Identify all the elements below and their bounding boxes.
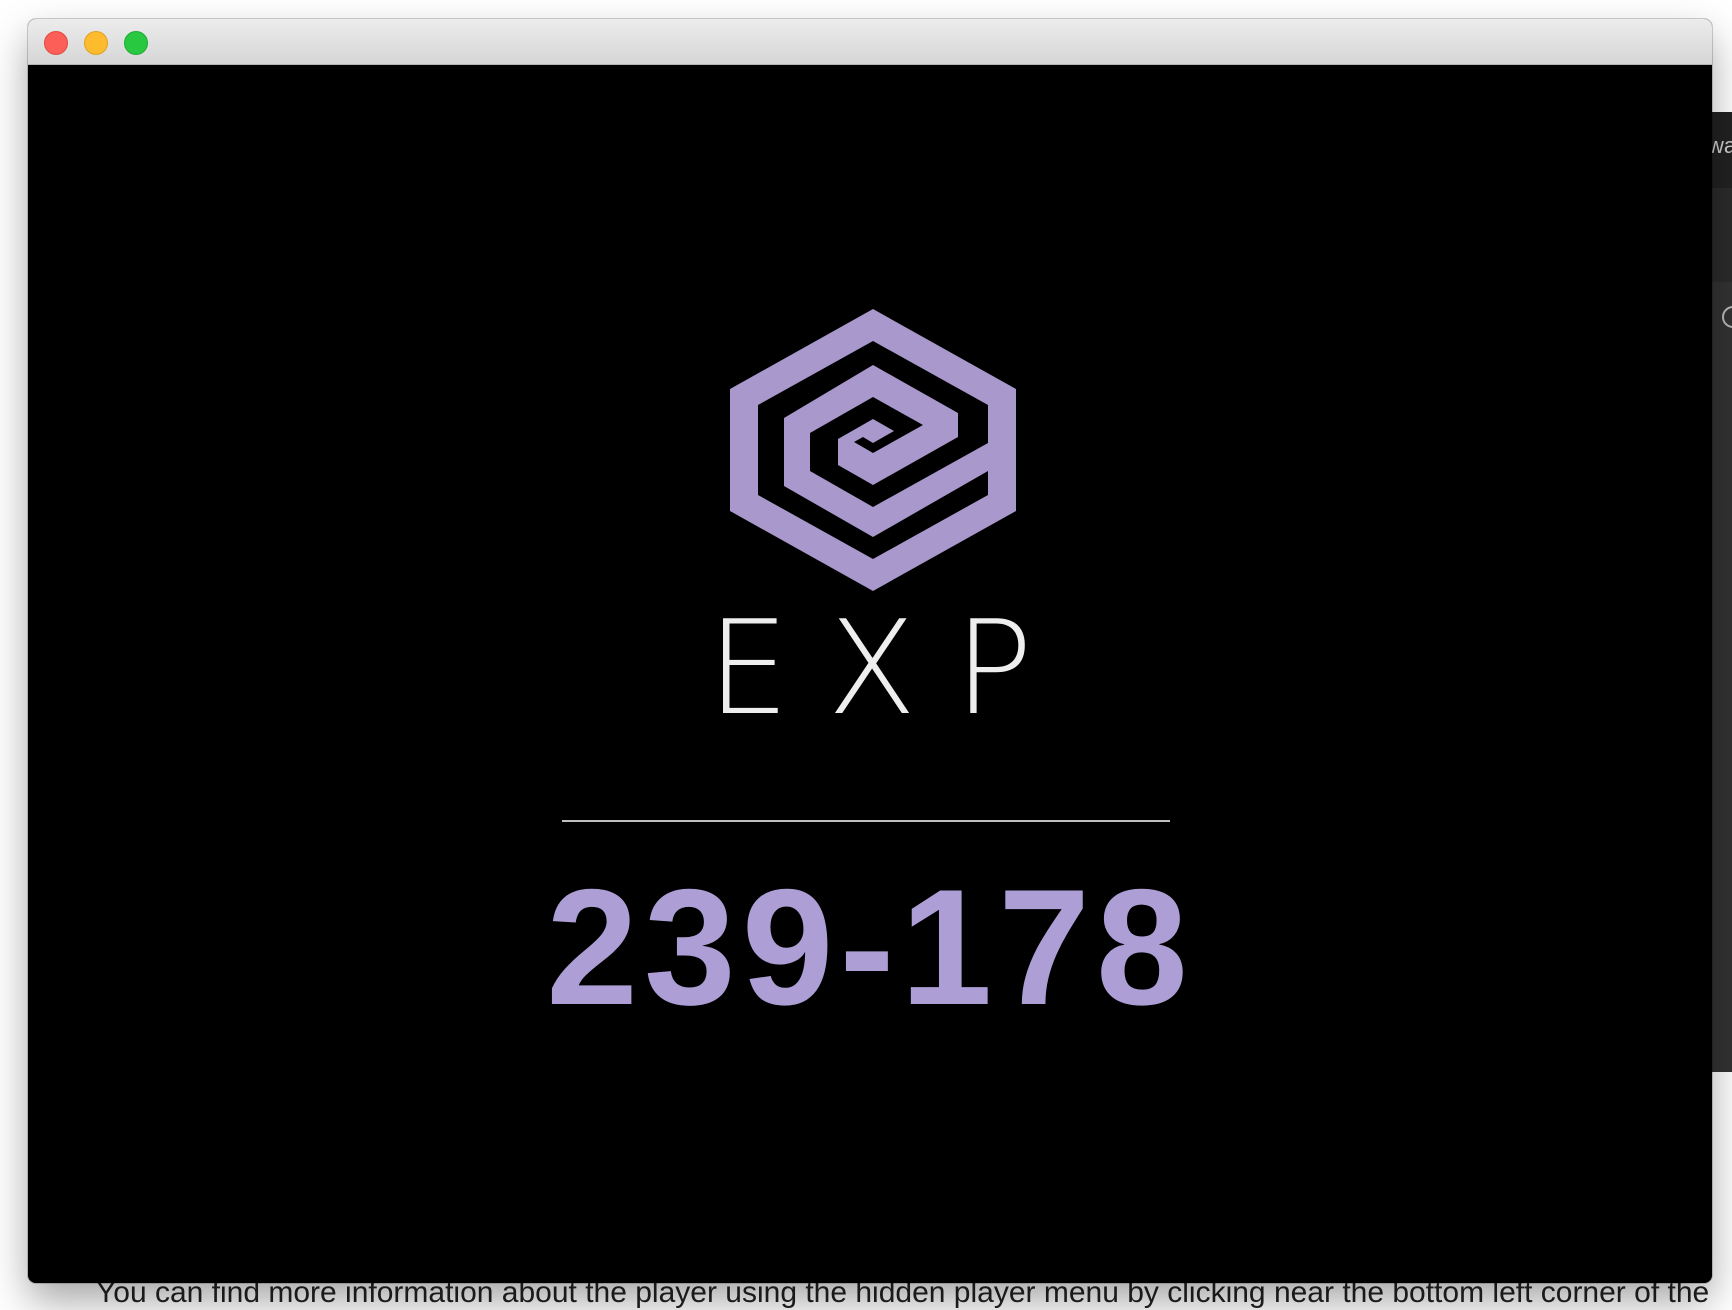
course-code: 239-178	[546, 855, 1194, 1039]
close-button[interactable]	[44, 31, 68, 55]
exp-hexagon-logo-icon	[730, 309, 1016, 591]
video-player-content[interactable]: EXP 239-178	[28, 65, 1712, 1283]
window-titlebar[interactable]	[28, 19, 1712, 65]
app-window: EXP 239-178	[28, 19, 1712, 1283]
zoom-button[interactable]	[124, 31, 148, 55]
divider-line	[562, 820, 1170, 822]
logo-e-mark	[784, 365, 988, 537]
brand-name: EXP	[707, 592, 1071, 744]
minimize-button[interactable]	[84, 31, 108, 55]
